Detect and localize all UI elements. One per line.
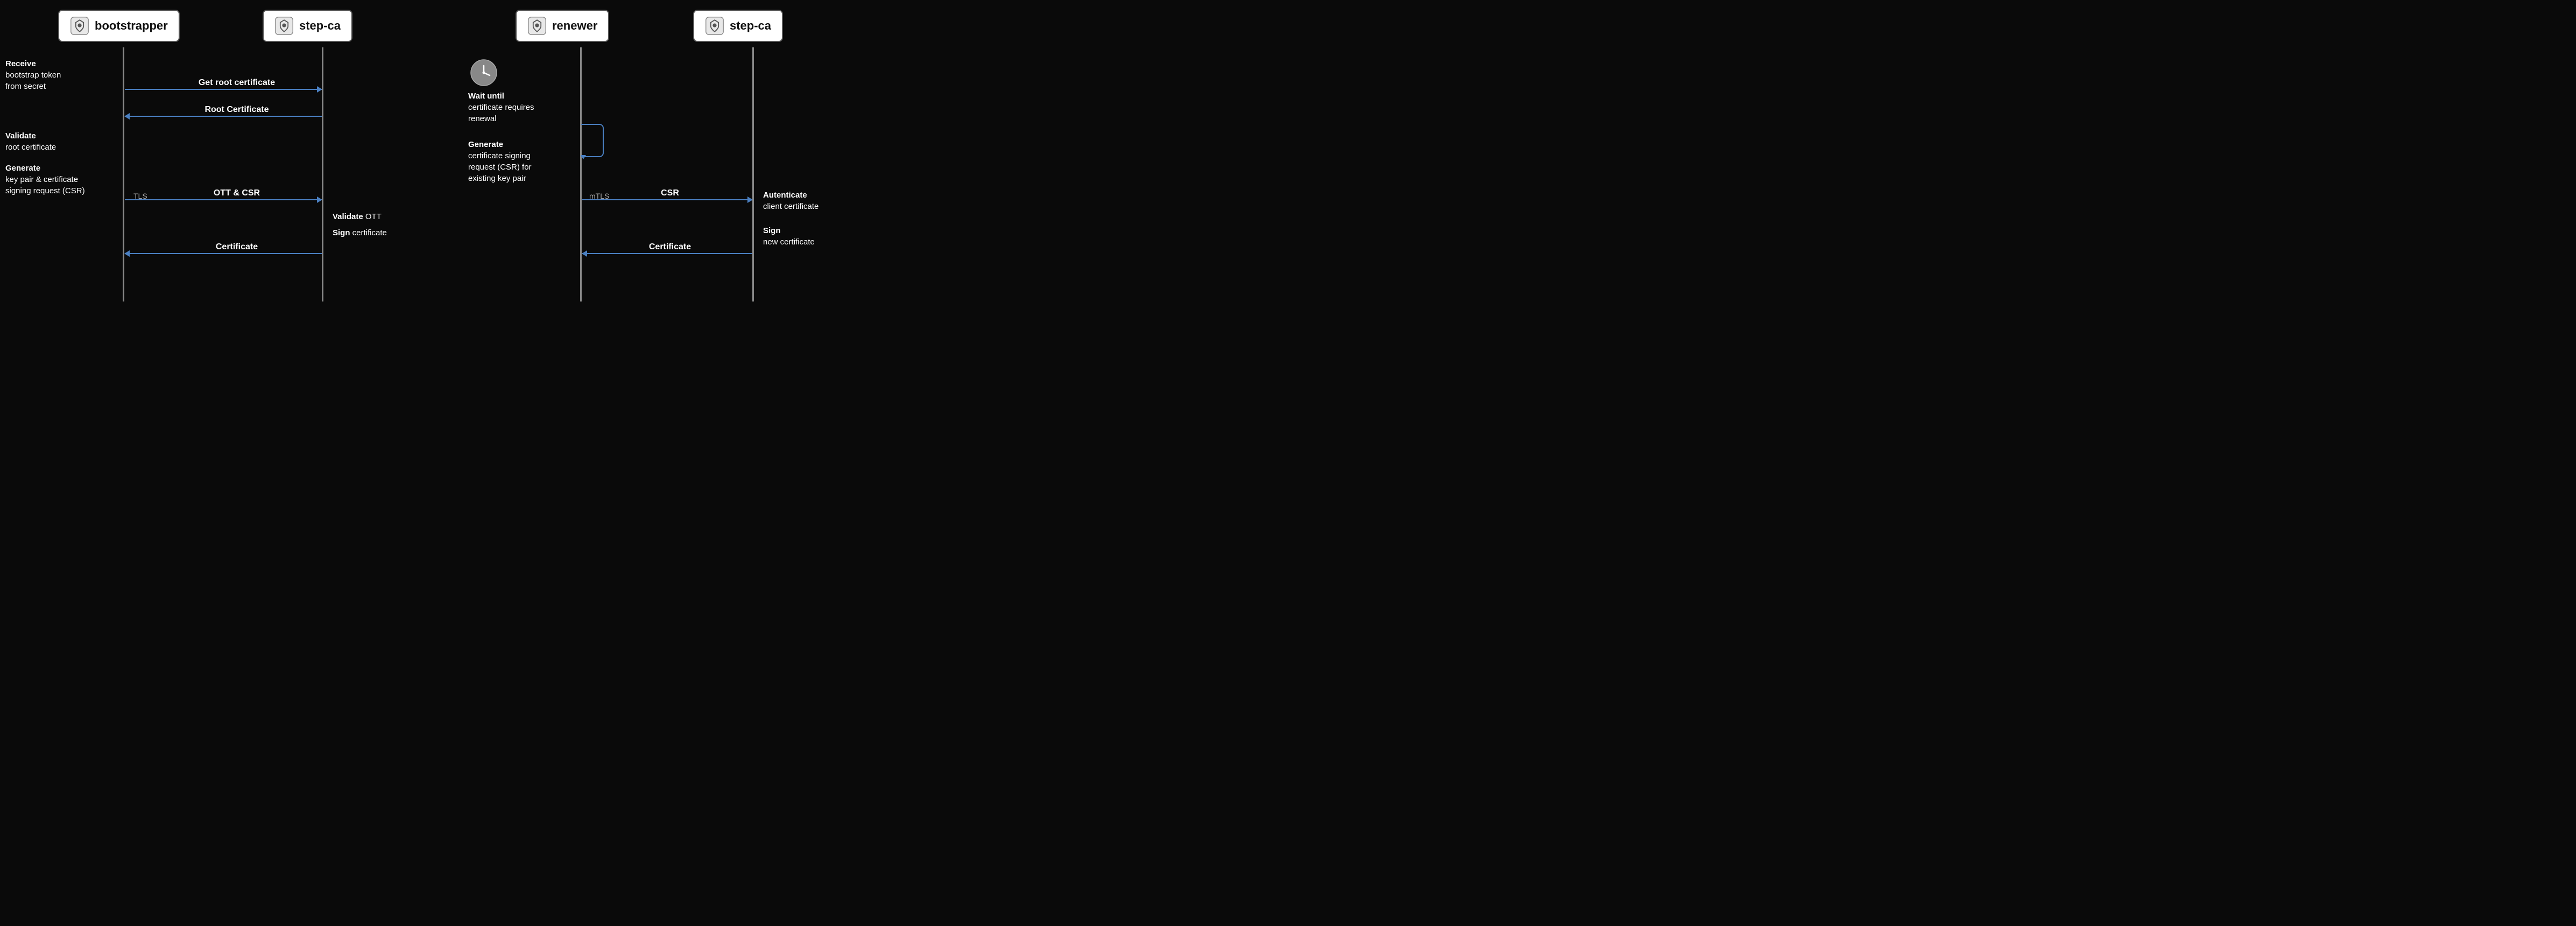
step-ca-1-label: step-ca: [299, 19, 341, 33]
label-certificate1: Certificate: [151, 242, 323, 252]
step-ca-1-icon: [274, 16, 294, 36]
label-generate: Generate key pair & certificatesigning r…: [5, 163, 121, 197]
label-ott-csr: OTT & CSR: [151, 188, 323, 198]
clock-icon: [469, 58, 498, 87]
label-root-cert: Root Certificate: [151, 105, 323, 115]
arrow-csr2: [582, 199, 752, 200]
actor-step-ca-1: step-ca: [263, 10, 352, 42]
bootstrapper-icon: [70, 16, 89, 36]
label-validate: Validate root certificate: [5, 130, 121, 153]
label-receive: Receive bootstrap tokenfrom secret: [5, 58, 121, 92]
label-authenticate: Autenticate client certificate: [763, 190, 871, 212]
arrow-certificate2: [582, 253, 752, 254]
arrow-root-cert: [125, 116, 322, 117]
label-sign2: Sign new certificate: [763, 225, 871, 248]
renewer-label: renewer: [552, 19, 597, 33]
arrow-get-root: [125, 89, 322, 90]
arrow-certificate1: [125, 253, 322, 254]
label-generate2: Generate certificate signingrequest (CSR…: [468, 139, 573, 184]
step-ca-2-label: step-ca: [730, 19, 771, 33]
actor-step-ca-2: step-ca: [693, 10, 783, 42]
label-wait: Wait until certificate requiresrenewal: [468, 90, 573, 124]
self-arrow-renewer: [581, 124, 604, 157]
arrow-ott-csr: [125, 199, 322, 200]
label-csr2: CSR: [608, 188, 732, 198]
label-validate-ott: Validate OTT: [333, 211, 382, 222]
label-certificate2: Certificate: [608, 242, 732, 252]
sequence-diagram: bootstrapper step-ca renewer step-ca: [0, 0, 829, 301]
renewer-icon: [527, 16, 547, 36]
lifeline-renewer: [580, 47, 582, 301]
label-sign-cert: Sign certificate: [333, 227, 387, 238]
step-ca-2-icon: [705, 16, 724, 36]
bootstrapper-label: bootstrapper: [95, 19, 168, 33]
lifeline-step-ca-2: [752, 47, 754, 301]
label-get-root: Get root certificate: [151, 78, 323, 88]
actor-renewer: renewer: [516, 10, 609, 42]
lifeline-bootstrapper: [123, 47, 124, 301]
actor-bootstrapper: bootstrapper: [58, 10, 180, 42]
